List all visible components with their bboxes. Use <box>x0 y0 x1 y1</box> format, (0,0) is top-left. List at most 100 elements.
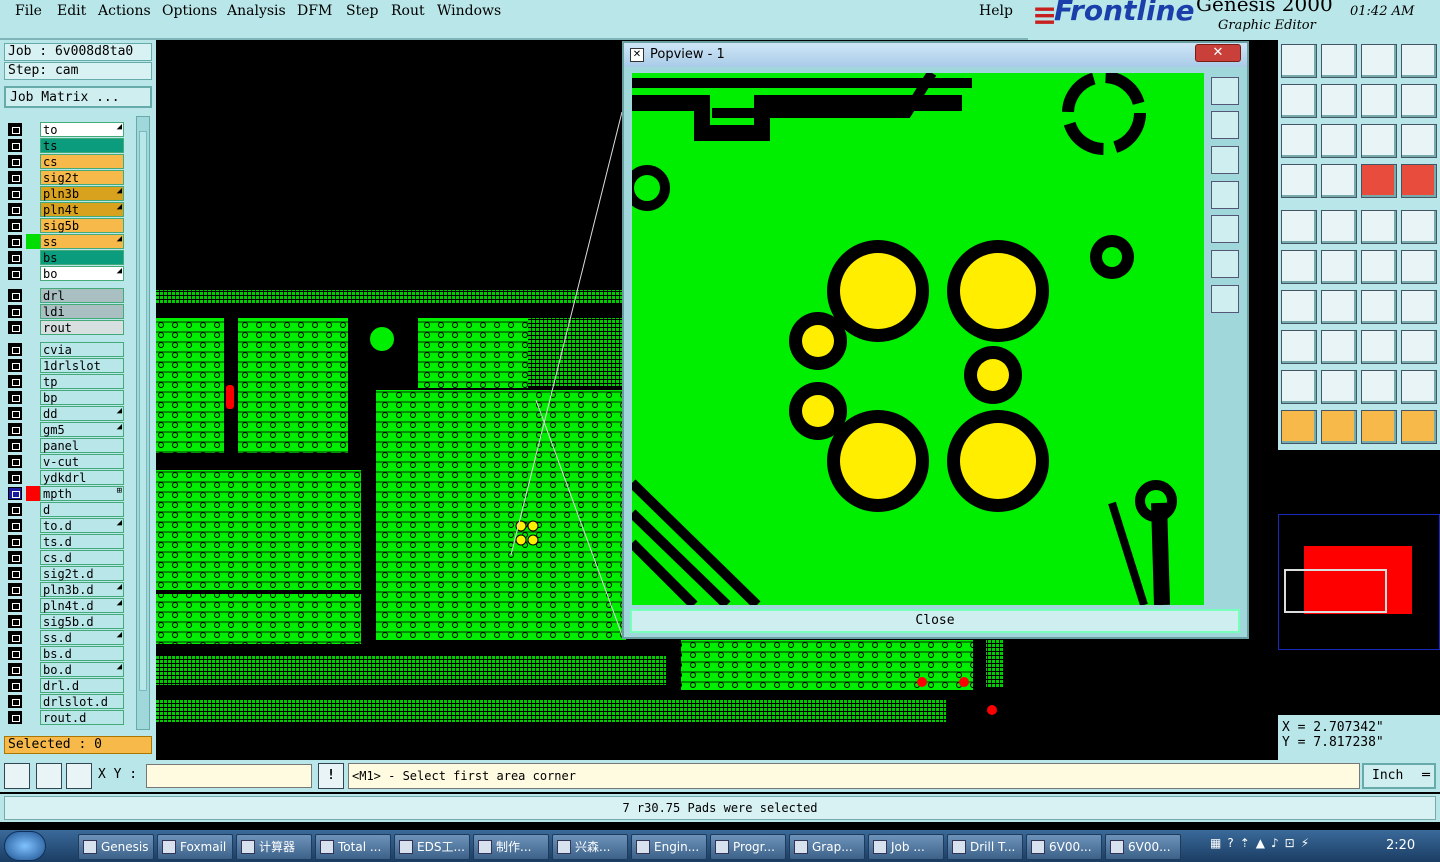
netlist-bottom-icon[interactable] <box>1401 164 1437 198</box>
layer-row[interactable]: rout <box>6 320 124 335</box>
help-icon[interactable] <box>1401 124 1437 158</box>
taskbar-item[interactable]: 计算器 <box>236 834 312 860</box>
layer-name[interactable]: ss <box>40 234 124 249</box>
layer-checkbox[interactable] <box>8 551 22 564</box>
grid-snap-icon[interactable] <box>66 763 92 789</box>
probe-icon[interactable] <box>1321 164 1357 198</box>
layer-name[interactable]: bs <box>40 250 124 265</box>
layer-checkbox[interactable] <box>8 123 22 136</box>
taskbar-item[interactable]: Genesis <box>78 834 154 860</box>
layer-checkbox[interactable] <box>8 471 22 484</box>
layer-checkbox[interactable] <box>8 695 22 708</box>
layer-name[interactable]: ss.d <box>40 630 124 645</box>
layer-name[interactable]: sig5b <box>40 218 124 233</box>
layer-row[interactable]: pln3b.d ◢ <box>6 582 124 597</box>
arc-icon[interactable] <box>1361 290 1397 324</box>
layer-row[interactable]: gm5 ◢ <box>6 422 124 437</box>
taskbar-item[interactable]: EDS工... <box>394 834 470 860</box>
tray-icons[interactable]: ▦?⇡▲♪⊡⚡ <box>1210 836 1350 856</box>
top-view-icon[interactable] <box>1281 44 1317 78</box>
layer-row[interactable]: ts.d <box>6 534 124 549</box>
pointer-shape-icon[interactable] <box>1361 410 1397 444</box>
layer-name[interactable]: ldi <box>40 304 124 319</box>
zoom-forward-icon[interactable] <box>1211 215 1239 243</box>
layer-row[interactable]: to ◢ <box>6 122 124 137</box>
popview-close-button[interactable]: Close <box>630 609 1240 633</box>
layer-row[interactable]: ts <box>6 138 124 153</box>
layer-checkbox[interactable] <box>8 631 22 644</box>
netlist-top-icon[interactable] <box>1361 164 1397 198</box>
menu-actions[interactable]: Actions <box>98 3 151 19</box>
layer-row[interactable]: sig5b <box>6 218 124 233</box>
taskbar-item[interactable]: 制作... <box>473 834 549 860</box>
line-edit-icon[interactable] <box>1321 290 1357 324</box>
layer-name[interactable]: dd <box>40 406 124 421</box>
fit-icon[interactable] <box>1281 124 1317 158</box>
job-matrix-button[interactable]: Job Matrix ... <box>4 86 152 108</box>
layer-checkbox[interactable] <box>8 503 22 516</box>
menu-edit[interactable]: Edit <box>57 3 86 19</box>
taskbar-item[interactable]: Foxmail <box>157 834 233 860</box>
copy-icon[interactable] <box>1401 330 1437 364</box>
layer-row[interactable]: rout.d <box>6 710 124 725</box>
layer-row[interactable]: pln4t.d ◢ <box>6 598 124 613</box>
layer-row[interactable]: ss ◢ <box>6 234 124 249</box>
layer-row[interactable]: 1drlslot <box>6 358 124 373</box>
pad-add-icon[interactable] <box>1281 330 1317 364</box>
layer-checkbox[interactable] <box>8 663 22 676</box>
layer-row[interactable]: pln4t ◢ <box>6 202 124 217</box>
triangle-icon[interactable] <box>1281 370 1317 404</box>
menu-help[interactable]: Help <box>979 3 1013 19</box>
taskbar-item[interactable]: Progr... <box>710 834 786 860</box>
layer-name[interactable]: gm5 <box>40 422 124 437</box>
taskbar-clock[interactable]: 2:20 <box>1386 838 1415 853</box>
close-icon[interactable]: ✕ <box>1195 44 1241 62</box>
popview-title[interactable]: ✕ Popview - 1 <box>624 43 1247 67</box>
slash-icon[interactable] <box>1281 290 1317 324</box>
layer-checkbox[interactable] <box>8 423 22 436</box>
layer-row[interactable]: panel <box>6 438 124 453</box>
units-select[interactable]: Inch ═ <box>1362 763 1436 789</box>
bottom-view-icon[interactable] <box>1321 44 1357 78</box>
layer-name[interactable]: rout <box>40 320 124 335</box>
angle-snap-icon[interactable] <box>36 763 62 789</box>
pointer-alt-icon[interactable] <box>1321 410 1357 444</box>
layer-checkbox[interactable] <box>8 155 22 168</box>
layer-row[interactable]: cs <box>6 154 124 169</box>
layer-row[interactable]: bp <box>6 390 124 405</box>
window-icon[interactable] <box>1401 44 1437 78</box>
layer-checkbox[interactable] <box>8 359 22 372</box>
layer-scrollbar[interactable] <box>136 116 150 730</box>
layer-checkbox[interactable] <box>8 251 22 264</box>
zoom-out-icon[interactable] <box>1211 146 1239 174</box>
layer-checkbox[interactable] <box>8 343 22 356</box>
pan-icon[interactable] <box>1211 285 1239 313</box>
layer-name[interactable]: d <box>40 502 124 517</box>
layer-name[interactable]: bp <box>40 390 124 405</box>
layer-name[interactable]: pln4t.d <box>40 598 124 613</box>
scale-icon[interactable] <box>1361 124 1397 158</box>
layer-row[interactable]: sig2t <box>6 170 124 185</box>
zoom-fit-icon[interactable] <box>1211 77 1239 105</box>
layer-name[interactable]: tp <box>40 374 124 389</box>
layer-row[interactable]: ss.d ◢ <box>6 630 124 645</box>
layer-row[interactable]: bo.d ◢ <box>6 662 124 677</box>
layer-checkbox[interactable] <box>8 267 22 280</box>
layer-name[interactable]: to <box>40 122 124 137</box>
taskbar-item[interactable]: Total ... <box>315 834 391 860</box>
layer-checkbox[interactable] <box>8 391 22 404</box>
layer-row[interactable]: bs.d <box>6 646 124 661</box>
layer-checkbox[interactable] <box>8 305 22 318</box>
layer-name[interactable]: pln3b.d <box>40 582 124 597</box>
zoom-out-icon[interactable] <box>1401 84 1437 118</box>
layer-checkbox[interactable] <box>8 187 22 200</box>
layer-checkbox[interactable] <box>8 615 22 628</box>
draw-box-icon[interactable] <box>1321 210 1357 244</box>
scrollbar-thumb[interactable] <box>139 131 147 691</box>
zoom-back-icon[interactable] <box>1281 84 1317 118</box>
layer-name[interactable]: cs.d <box>40 550 124 565</box>
layer-checkbox[interactable] <box>8 519 22 532</box>
layer-checkbox[interactable] <box>8 583 22 596</box>
layer-name[interactable]: mpth <box>40 486 124 501</box>
overview-view-box[interactable] <box>1284 569 1387 613</box>
